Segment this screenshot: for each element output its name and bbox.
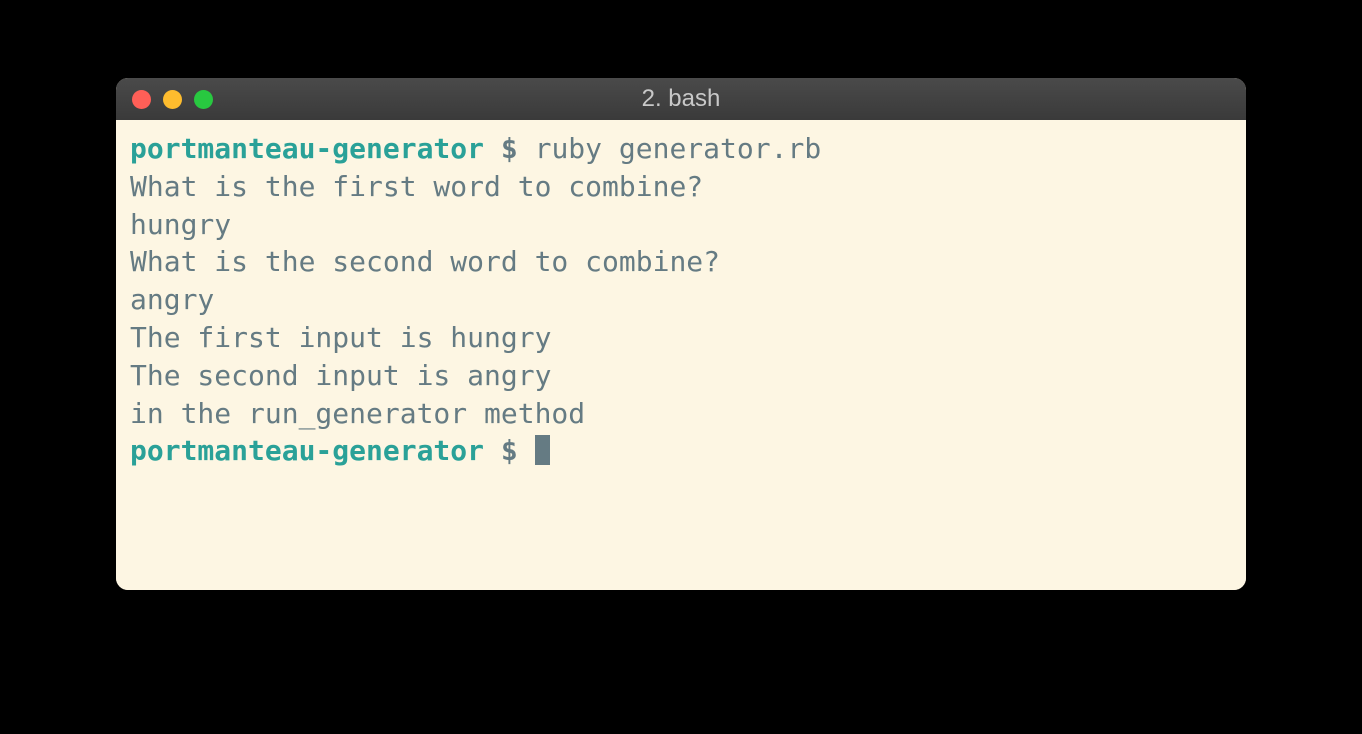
- prompt-line: portmanteau-generator $: [130, 432, 1232, 470]
- prompt-line: portmanteau-generator $ ruby generator.r…: [130, 130, 1232, 168]
- output-line: What is the first word to combine?: [130, 168, 1232, 206]
- output-line: The second input is angry: [130, 357, 1232, 395]
- command-text: ruby generator.rb: [535, 132, 822, 165]
- output-line: The first input is hungry: [130, 319, 1232, 357]
- prompt-dir: portmanteau-generator: [130, 132, 484, 165]
- prompt-symbol: $: [501, 434, 518, 467]
- terminal-window: 2. bash portmanteau-generator $ ruby gen…: [116, 78, 1246, 590]
- output-line: in the run_generator method: [130, 395, 1232, 433]
- title-bar: 2. bash: [116, 78, 1246, 120]
- prompt-dir: portmanteau-generator: [130, 434, 484, 467]
- close-icon[interactable]: [132, 90, 151, 109]
- terminal-body[interactable]: portmanteau-generator $ ruby generator.r…: [116, 120, 1246, 590]
- traffic-lights: [132, 90, 213, 109]
- cursor-icon: [535, 435, 550, 465]
- output-line: hungry: [130, 206, 1232, 244]
- maximize-icon[interactable]: [194, 90, 213, 109]
- output-line: What is the second word to combine?: [130, 243, 1232, 281]
- minimize-icon[interactable]: [163, 90, 182, 109]
- window-title: 2. bash: [116, 85, 1246, 113]
- prompt-symbol: $: [501, 132, 518, 165]
- output-line: angry: [130, 281, 1232, 319]
